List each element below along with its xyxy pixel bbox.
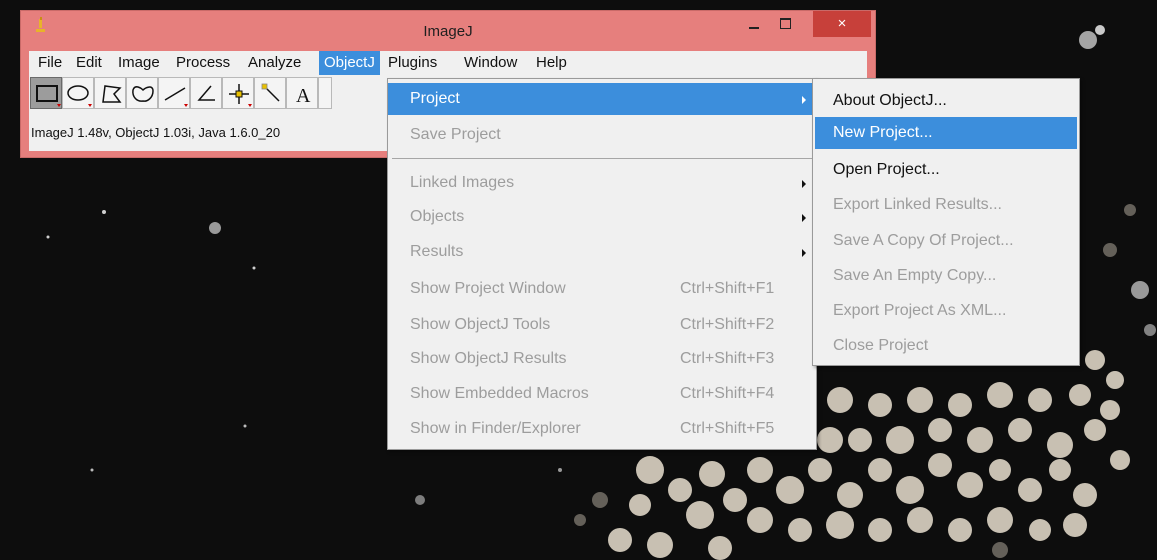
submenu-item-label: Open Project...	[833, 161, 940, 178]
angle-icon	[197, 85, 215, 101]
menu-item-label: Results	[410, 243, 464, 260]
submenu-item-export-linked-results[interactable]: Export Linked Results...	[813, 189, 1079, 221]
menu-item-label: Show Embedded Macros	[410, 385, 589, 402]
menu-item-label: Show ObjectJ Results	[410, 350, 567, 367]
rectangle-icon	[36, 85, 61, 107]
objectj-menu: Project Save Project Linked Images Objec…	[387, 78, 817, 450]
submenu-item-label: Save An Empty Copy...	[833, 267, 997, 284]
polygon-icon	[102, 85, 122, 103]
menu-item-label: Project	[410, 90, 460, 107]
menu-bar: File Edit Image Process Analyze ObjectJ …	[29, 51, 867, 75]
point-icon	[229, 84, 252, 107]
menu-item-save-project[interactable]: Save Project	[388, 119, 816, 151]
wand-icon	[261, 83, 280, 102]
menu-separator	[392, 158, 812, 159]
menu-analyze[interactable]: Analyze	[243, 51, 306, 75]
menu-item-shortcut: Ctrl+Shift+F1	[680, 280, 775, 297]
menu-item-show-in-finder[interactable]: Show in Finder/Explorer Ctrl+Shift+F5	[388, 413, 816, 445]
menu-item-label: Show in Finder/Explorer	[410, 420, 581, 437]
oval-tool[interactable]	[62, 77, 94, 109]
submenu-item-label: New Project...	[833, 124, 933, 141]
submenu-item-label: Export Project As XML...	[833, 302, 1007, 319]
submenu-item-new-project[interactable]: New Project...	[815, 117, 1077, 149]
oval-icon	[67, 85, 92, 107]
submenu-item-save-copy-of-project[interactable]: Save A Copy Of Project...	[813, 225, 1079, 257]
freehand-tool[interactable]	[126, 77, 158, 109]
menu-plugins[interactable]: Plugins	[383, 51, 442, 75]
submenu-arrow-icon	[802, 249, 806, 257]
menu-item-results[interactable]: Results	[388, 236, 816, 268]
menu-item-show-objectj-tools[interactable]: Show ObjectJ Tools Ctrl+Shift+F2	[388, 309, 816, 341]
menu-window[interactable]: Window	[459, 51, 522, 75]
rectangle-tool[interactable]	[30, 77, 62, 109]
polygon-tool[interactable]	[94, 77, 126, 109]
title-bar[interactable]: ImageJ ×	[21, 11, 875, 51]
menu-image[interactable]: Image	[113, 51, 165, 75]
maximize-button[interactable]	[773, 11, 799, 37]
text-icon: A	[296, 85, 311, 107]
menu-item-label: Show Project Window	[410, 280, 566, 297]
menu-item-show-objectj-results[interactable]: Show ObjectJ Results Ctrl+Shift+F3	[388, 343, 816, 375]
menu-item-label: Show ObjectJ Tools	[410, 316, 551, 333]
submenu-item-close-project[interactable]: Close Project	[813, 330, 1079, 362]
submenu-item-about-objectj[interactable]: About ObjectJ...	[813, 85, 1079, 117]
submenu-item-label: Export Linked Results...	[833, 196, 1002, 213]
submenu-arrow-icon	[802, 180, 806, 188]
text-tool-glyph: A	[296, 85, 311, 107]
tool-bar: A	[30, 77, 410, 109]
submenu-item-label: Save A Copy Of Project...	[833, 232, 1014, 249]
minimize-button[interactable]	[741, 11, 767, 37]
freehand-icon	[132, 86, 154, 102]
text-tool[interactable]: A	[286, 77, 318, 109]
menu-help[interactable]: Help	[531, 51, 572, 75]
submenu-arrow-icon	[802, 96, 806, 104]
project-submenu: About ObjectJ... New Project... Open Pro…	[812, 78, 1080, 366]
wand-tool[interactable]	[254, 77, 286, 109]
menu-item-project[interactable]: Project	[388, 83, 816, 115]
menu-item-shortcut: Ctrl+Shift+F4	[680, 385, 775, 402]
submenu-arrow-icon	[802, 214, 806, 222]
status-text: ImageJ 1.48v, ObjectJ 1.03i, Java 1.6.0_…	[31, 125, 281, 140]
menu-item-show-project-window[interactable]: Show Project Window Ctrl+Shift+F1	[388, 273, 816, 305]
submenu-item-export-project-xml[interactable]: Export Project As XML...	[813, 295, 1079, 327]
angle-tool[interactable]	[190, 77, 222, 109]
menu-item-linked-images[interactable]: Linked Images	[388, 167, 816, 199]
submenu-item-label: About ObjectJ...	[833, 92, 947, 109]
close-button[interactable]: ×	[813, 11, 871, 37]
menu-item-label: Linked Images	[410, 174, 515, 191]
menu-item-shortcut: Ctrl+Shift+F3	[680, 350, 775, 367]
menu-file[interactable]: File	[33, 51, 67, 75]
menu-process[interactable]: Process	[171, 51, 235, 75]
line-icon	[164, 87, 188, 107]
menu-item-label: Objects	[410, 208, 465, 225]
submenu-item-label: Close Project	[833, 337, 929, 354]
magnifier-tool[interactable]	[318, 77, 332, 109]
menu-edit[interactable]: Edit	[71, 51, 107, 75]
menu-item-objects[interactable]: Objects	[388, 201, 816, 233]
submenu-item-open-project[interactable]: Open Project...	[813, 154, 1079, 186]
menu-item-shortcut: Ctrl+Shift+F2	[680, 316, 775, 333]
submenu-item-save-empty-copy[interactable]: Save An Empty Copy...	[813, 260, 1079, 292]
line-tool[interactable]	[158, 77, 190, 109]
menu-item-show-embedded-macros[interactable]: Show Embedded Macros Ctrl+Shift+F4	[388, 378, 816, 410]
menu-item-shortcut: Ctrl+Shift+F5	[680, 420, 775, 437]
point-tool[interactable]	[222, 77, 254, 109]
menu-objectj[interactable]: ObjectJ	[319, 51, 380, 75]
menu-item-label: Save Project	[410, 126, 501, 143]
